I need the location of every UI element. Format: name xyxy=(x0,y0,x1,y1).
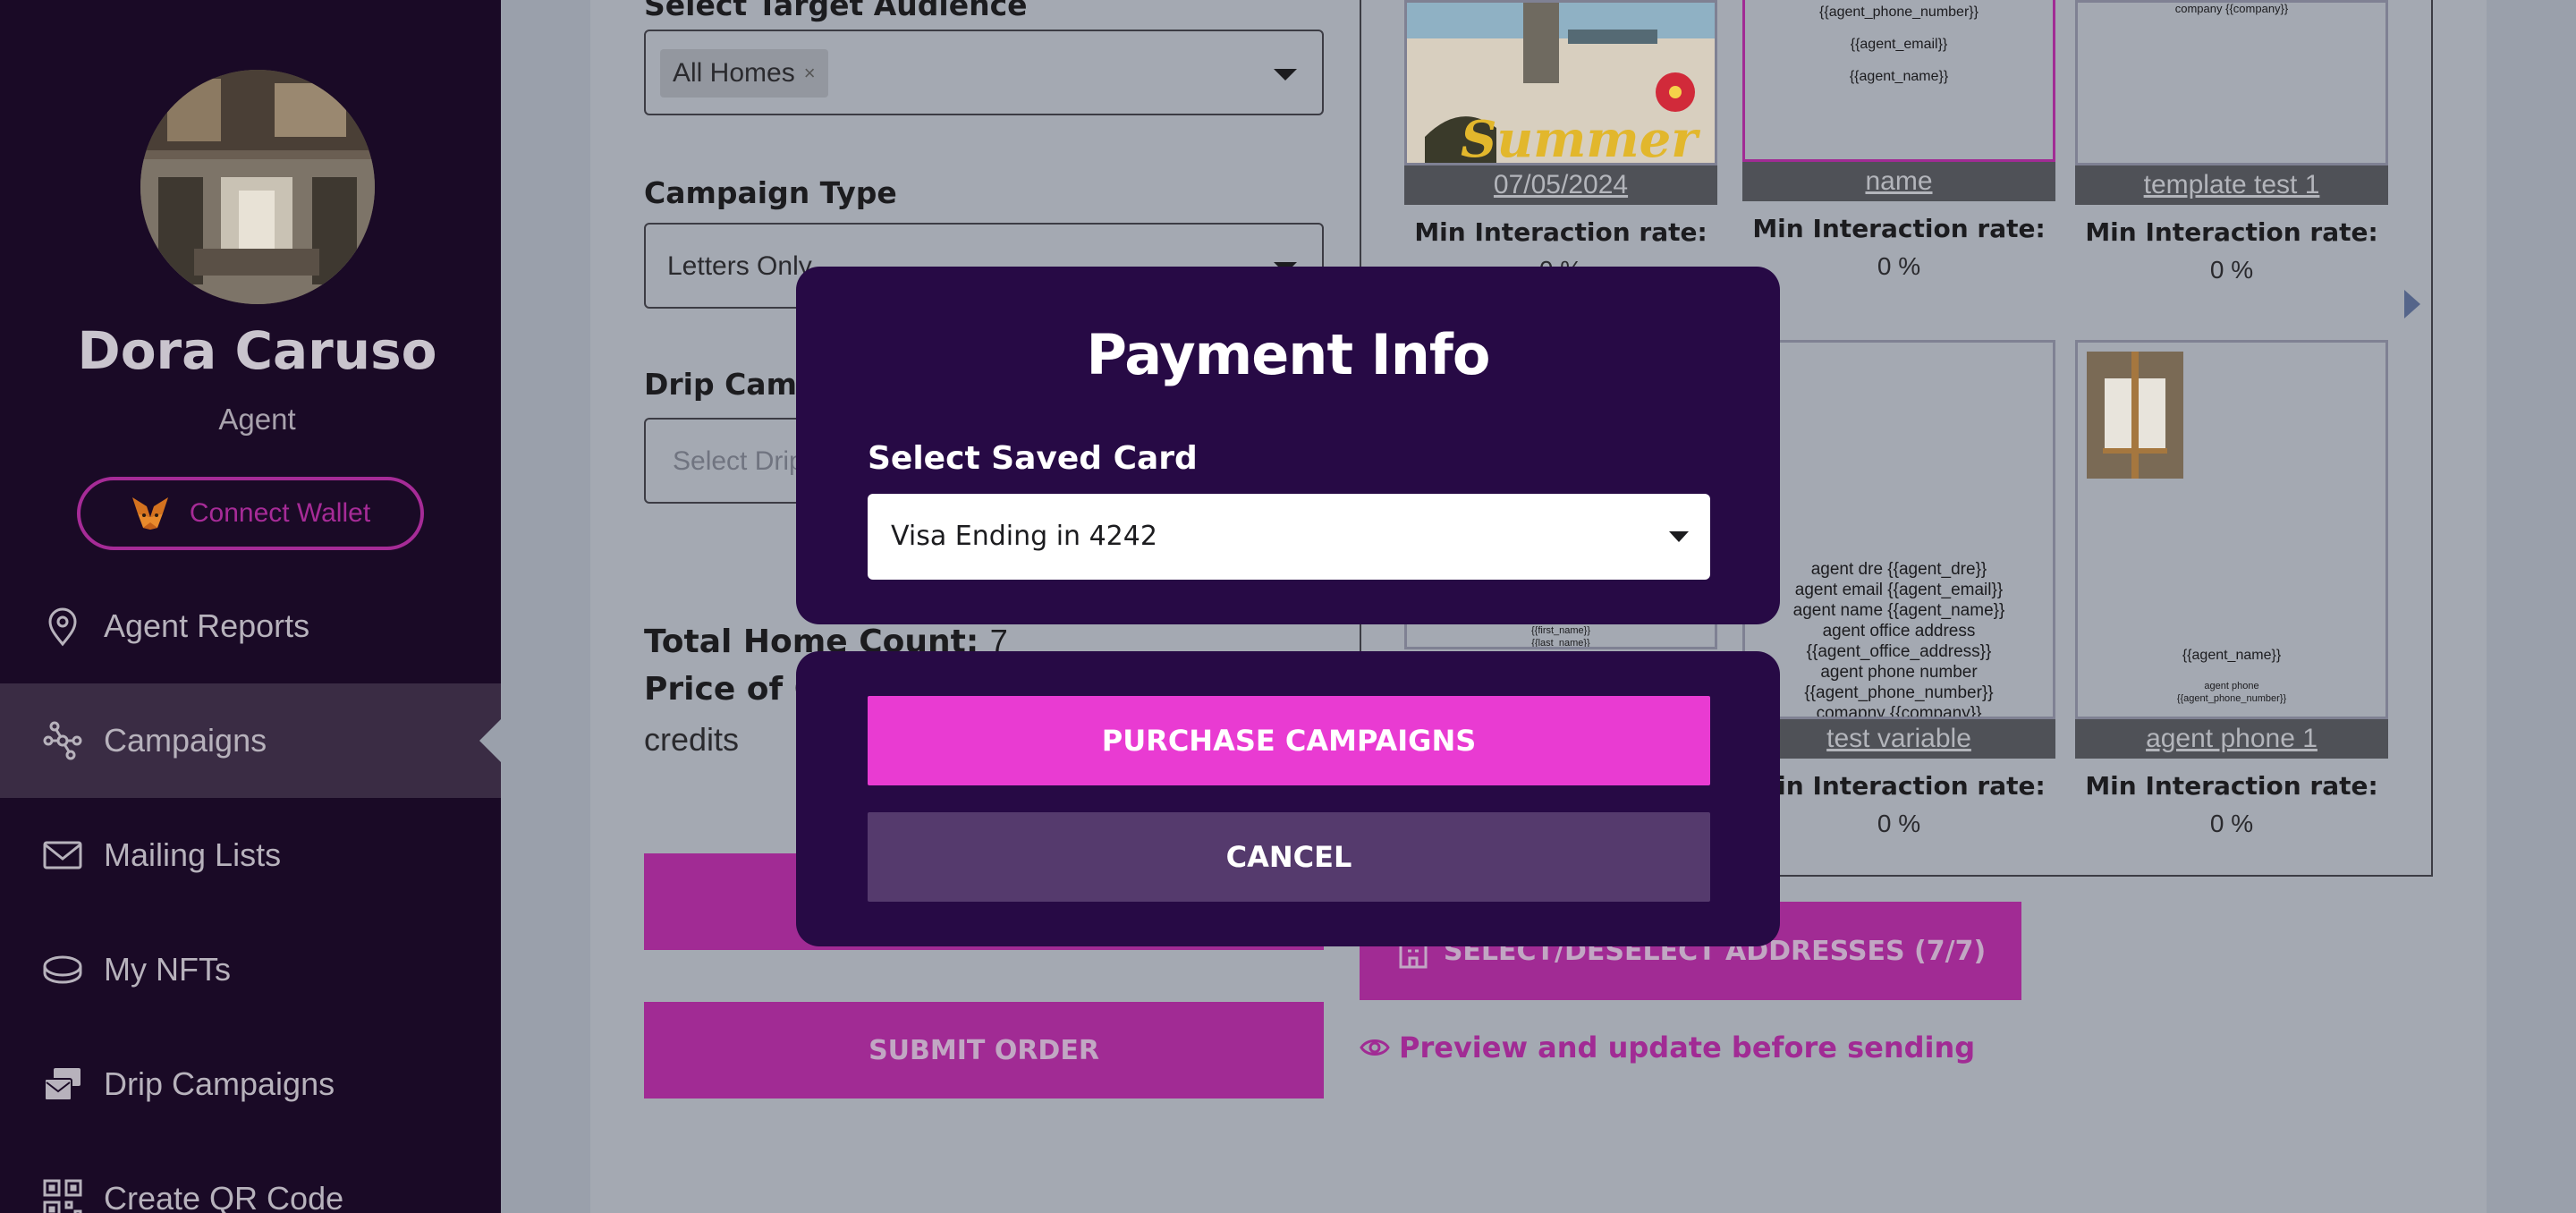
network-icon xyxy=(43,721,82,760)
saved-card-value: Visa Ending in 4242 xyxy=(891,521,1157,552)
modal-title: Payment Info xyxy=(1086,322,1491,387)
template-rate-label: Min Interaction rate: xyxy=(2085,771,2378,801)
sidebar-item-mailing-lists[interactable]: Mailing Lists xyxy=(0,798,501,912)
sidebar: Dora Caruso Agent Connect Wallet Agent R… xyxy=(0,0,501,1213)
template-rate-value: 0 % xyxy=(1877,252,1921,280)
template-rate-label: Min Interaction rate: xyxy=(1752,214,2046,243)
audience-chip: All Homes × xyxy=(660,49,828,98)
chip-remove-icon[interactable]: × xyxy=(804,62,816,85)
template-rate-value: 0 % xyxy=(2209,810,2254,837)
connect-wallet-label: Connect Wallet xyxy=(189,498,371,528)
mail-stack-icon xyxy=(44,1068,80,1101)
sidebar-item-agent-reports[interactable]: Agent Reports xyxy=(0,569,501,683)
sidebar-item-label: My NFTs xyxy=(104,951,231,988)
campaign-type-value: Letters Only xyxy=(667,251,812,281)
template-name[interactable]: name xyxy=(1742,162,2055,201)
template-card[interactable]: {{agent_name}} agent phone {{agent_phone… xyxy=(2075,340,2388,838)
eye-icon xyxy=(1360,1039,1390,1056)
sidebar-item-campaigns[interactable]: Campaigns xyxy=(0,683,501,798)
template-line: agent email {{agent_email}} xyxy=(1794,581,2004,599)
saved-card-label: Select Saved Card xyxy=(868,440,1198,477)
agent-role: Agent xyxy=(218,403,296,436)
preview-link[interactable]: Preview and update before sending xyxy=(1360,1031,1975,1065)
preview-label: Preview and update before sending xyxy=(1399,1031,1976,1065)
template-rate-label: Min Interaction rate: xyxy=(1414,217,1707,247)
template-card[interactable]: agent dre {{agent_dre}} agent email {{ag… xyxy=(1742,340,2055,838)
template-line: {{agent_name}} xyxy=(2182,648,2282,663)
credits-text: credits xyxy=(644,721,740,758)
sidebar-item-create-qr-code[interactable]: Create QR Code xyxy=(0,1141,501,1213)
page-margin xyxy=(2487,0,2576,1213)
saved-card-select[interactable]: Visa Ending in 4242 xyxy=(868,494,1710,580)
submit-order-button[interactable]: SUBMIT ORDER xyxy=(644,1002,1324,1098)
template-card[interactable]: {{agent_phone_number}} {{agent_email}} {… xyxy=(1742,0,2055,281)
svg-text:Summer: Summer xyxy=(1461,110,1700,165)
template-line: {{agent_phone_number}} xyxy=(1804,683,1994,702)
submit-order-label: SUBMIT ORDER xyxy=(869,1034,1099,1066)
payment-actions-panel: PURCHASE CAMPAIGNS CANCEL xyxy=(796,651,1780,946)
metamask-fox-icon xyxy=(131,497,168,530)
template-rate-label: Min Interaction rate: xyxy=(1752,771,2046,801)
template-thumbnail: company {{company}} xyxy=(2075,0,2388,165)
template-rate-value: 0 % xyxy=(1877,810,1921,837)
template-thumbnail: agent dre {{agent_dre}} agent email {{ag… xyxy=(1742,340,2055,719)
active-indicator xyxy=(479,719,501,762)
chevron-down-icon xyxy=(1669,531,1689,542)
campaign-type-label: Campaign Type xyxy=(644,175,897,210)
sidebar-item-label: Agent Reports xyxy=(104,607,310,644)
template-card[interactable]: company {{company}} template test 1 Min … xyxy=(2075,0,2388,284)
template-line: {{agent_phone_number}} xyxy=(1819,4,1979,20)
avatar[interactable] xyxy=(140,70,375,304)
template-line: {{agent_email}} xyxy=(1850,37,1948,52)
template-line: {{last_name}} xyxy=(1531,638,1590,649)
agent-name: Dora Caruso xyxy=(77,320,437,381)
template-line: company {{company}} xyxy=(2174,2,2289,15)
template-name[interactable]: agent phone 1 xyxy=(2075,719,2388,759)
cancel-button[interactable]: CANCEL xyxy=(868,812,1710,902)
template-line: agent office address xyxy=(1822,622,1976,640)
target-audience-label: Select Target Audience xyxy=(644,0,1028,22)
next-page-arrow-icon[interactable] xyxy=(2404,290,2420,318)
location-pin-icon xyxy=(48,607,77,647)
sidebar-item-label: Drip Campaigns xyxy=(104,1065,335,1102)
template-line: {{agent_name}} xyxy=(1849,69,1949,84)
qr-code-icon xyxy=(43,1179,82,1213)
sidebar-item-label: Mailing Lists xyxy=(104,836,282,873)
audience-chip-label: All Homes xyxy=(673,58,795,88)
template-line: comapny {{company}} xyxy=(1816,704,1982,719)
template-name[interactable]: 07/05/2024 xyxy=(1404,165,1717,205)
template-line: {{agent_office_address}} xyxy=(1806,642,1992,661)
template-line: {{first_name}} xyxy=(1530,625,1591,636)
template-line: agent phone xyxy=(2204,681,2259,691)
payment-info-modal: Payment Info Select Saved Card Visa Endi… xyxy=(796,267,1780,624)
sidebar-item-my-nfts[interactable]: My NFTs xyxy=(0,912,501,1027)
template-thumbnail: {{agent_phone_number}} {{agent_email}} {… xyxy=(1742,0,2055,162)
template-name[interactable]: template test 1 xyxy=(2075,165,2388,205)
template-line: agent phone number xyxy=(1820,663,1978,682)
target-audience-select[interactable]: All Homes × xyxy=(644,30,1324,115)
purchase-campaigns-button[interactable]: PURCHASE CAMPAIGNS xyxy=(868,696,1710,785)
chevron-down-icon xyxy=(1274,69,1297,81)
sidebar-item-drip-campaigns[interactable]: Drip Campaigns xyxy=(0,1027,501,1141)
sidebar-item-label: Create QR Code xyxy=(104,1180,344,1213)
template-line: agent name {{agent_name}} xyxy=(1792,601,2005,620)
template-rate-value: 0 % xyxy=(2209,256,2254,284)
template-card[interactable]: Summer 07/05/2024 Min Interaction rate: … xyxy=(1404,0,1717,284)
connect-wallet-button[interactable]: Connect Wallet xyxy=(77,477,424,550)
template-line: {{agent_phone_number}} xyxy=(2176,693,2287,704)
template-thumbnail: {{agent_name}} agent phone {{agent_phone… xyxy=(2075,340,2388,719)
template-rate-label: Min Interaction rate: xyxy=(2085,217,2378,247)
template-name[interactable]: test variable xyxy=(1742,719,2055,759)
template-thumbnail: Summer xyxy=(1404,0,1717,165)
template-line: agent dre {{agent_dre}} xyxy=(1810,560,1987,579)
envelope-icon xyxy=(43,841,82,869)
coin-icon xyxy=(43,955,82,984)
sidebar-item-label: Campaigns xyxy=(104,722,267,759)
